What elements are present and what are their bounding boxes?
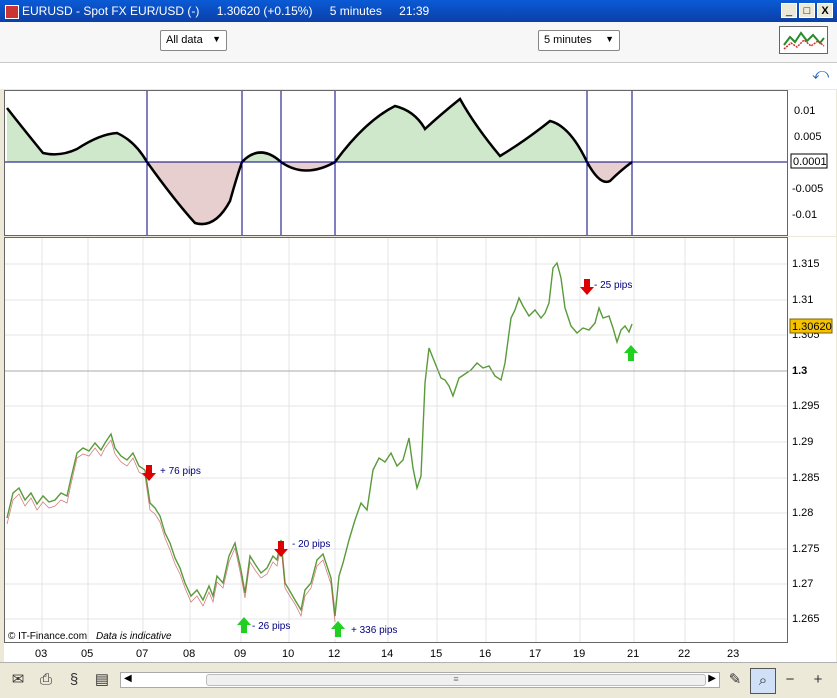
chevron-down-icon: ▼ [605,34,614,44]
annotation-label: + 76 pips [160,466,201,477]
oscillator-panel[interactable] [4,90,788,236]
oscillator-y-axis: 0.01 0.005 0.0001 -0.005 -0.01 [788,90,836,236]
horizontal-scrollbar[interactable]: ◀ ≡ ▶ [120,672,720,688]
scroll-right-icon[interactable]: ▶ [708,673,716,684]
arrow-up-icon [624,345,638,361]
sub-toolbar [0,63,837,89]
osc-negative-area [147,162,242,225]
price-tick: 1.3 [792,365,807,377]
arrow-up-icon [237,617,251,633]
osc-tick: -0.005 [792,183,823,195]
x-tick: 17 [529,648,541,660]
x-tick: 14 [381,648,393,660]
scrollbar-thumb[interactable]: ≡ [206,674,706,686]
close-button[interactable]: X [817,3,833,18]
glasses-icon[interactable]: § [62,668,86,692]
price-tick: 1.275 [792,543,820,555]
x-tick: 15 [430,648,442,660]
osc-current-value: 0.0001 [793,156,827,168]
oscillator-chart [5,91,787,235]
undo-icon[interactable]: ⤺ [812,66,829,84]
osc-tick: 0.01 [794,105,815,117]
document-icon[interactable]: ▤ [90,668,114,692]
zoom-out-icon[interactable]: − [778,668,802,692]
annotation-label: + 336 pips [351,625,397,636]
x-tick: 21 [627,648,639,660]
price-tick: 1.29 [792,436,813,448]
window-title: EURUSD - Spot FX EUR/USD (-) 1.30620 (+0… [22,4,443,18]
annotations-layer: + 76 pips - 26 pips - 20 pips + 336 pips… [8,279,638,642]
disclaimer-label: Data is indicative [96,631,172,642]
range-select[interactable]: All data ▼ [160,30,227,51]
x-tick: 08 [183,648,195,660]
arrow-down-icon [142,465,156,481]
annotation-label: - 26 pips [252,621,290,632]
osc-positive-area [335,99,587,162]
annotation-label: - 25 pips [594,280,632,291]
chart-type-button[interactable] [779,26,828,54]
app-icon [5,5,19,19]
interval-select[interactable]: 5 minutes ▼ [538,30,620,51]
instrument-title: EURUSD - Spot FX EUR/USD (-) [22,4,200,18]
x-axis: 03 05 07 08 09 10 12 14 15 16 17 19 21 2… [4,643,836,662]
tools-icon[interactable]: ✎ [723,668,747,692]
last-price: 1.30620 [792,321,832,333]
x-tick: 22 [678,648,690,660]
price-y-axis: 1.315 1.31 1.305 1.30620 1.3 1.295 1.29 … [788,237,836,643]
minimize-button[interactable]: _ [781,3,797,18]
price-tick: 1.315 [792,258,820,270]
arrow-down-icon [580,279,594,295]
price-tick: 1.27 [792,578,813,590]
chevron-down-icon: ▼ [212,34,221,44]
zoom-in-icon[interactable]: + [806,668,830,692]
x-tick: 03 [35,648,47,660]
x-tick: 09 [234,648,246,660]
scroll-left-icon[interactable]: ◀ [124,673,132,684]
zoom-select-icon[interactable]: ⌕ [750,668,776,694]
price-tick: 1.31 [792,294,813,306]
x-tick: 16 [479,648,491,660]
title-bar: EURUSD - Spot FX EUR/USD (-) 1.30620 (+0… [0,0,837,22]
arrow-down-icon [274,541,288,557]
print-icon[interactable]: ⎙ [34,668,58,692]
price-tick: 1.295 [792,400,820,412]
toolbar: All data ▼ 5 minutes ▼ [0,22,837,63]
time-title: 21:39 [399,4,430,18]
x-tick: 05 [81,648,93,660]
price-title: 1.30620 (+0.15%) [216,4,313,18]
x-tick: 23 [727,648,739,660]
price-tick: 1.285 [792,472,820,484]
timeframe-title: 5 minutes [329,4,382,18]
x-tick: 12 [328,648,340,660]
interval-value: 5 minutes [544,34,592,46]
maximize-button[interactable]: □ [799,3,815,18]
x-tick: 10 [282,648,294,660]
mail-icon[interactable]: ✉ [6,668,30,692]
osc-tick: 0.005 [794,131,822,143]
range-value: All data [166,34,203,46]
x-tick: 19 [573,648,585,660]
bottom-toolbar: ✉ ⎙ § ▤ ◀ ≡ ▶ ✎ ⌕ − + [0,662,837,698]
arrow-up-icon [331,621,345,637]
price-tick: 1.28 [792,507,813,519]
annotation-label: - 20 pips [292,539,330,550]
osc-tick: -0.01 [792,209,817,221]
source-label: © IT-Finance.com [8,631,87,642]
x-tick: 07 [136,648,148,660]
chart-type-icon [783,31,825,50]
price-tick: 1.265 [792,613,820,625]
